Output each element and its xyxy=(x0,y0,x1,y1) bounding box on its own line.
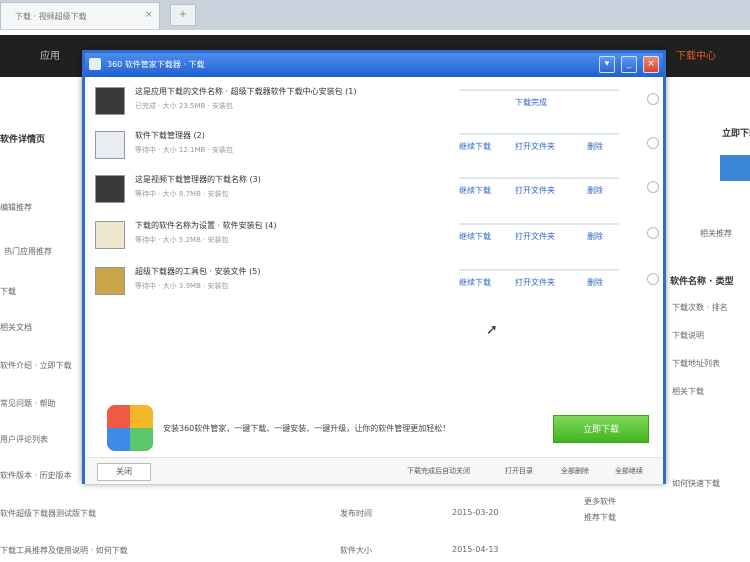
progress-track xyxy=(459,89,619,91)
right-item[interactable]: 如何快速下载 xyxy=(672,478,720,489)
download-manager-dialog: 360 软件管家下载器 · 下载 ▾ _ × 这是应用下载的文件名称 · 超级下… xyxy=(82,50,666,484)
download-item[interactable]: 这是视频下载管理器的下载名称 (3) 等待中 · 大小 8.7MB · 安装包 … xyxy=(91,171,659,215)
app-icon xyxy=(89,58,101,70)
delete-all-link[interactable]: 全部删除 xyxy=(561,466,589,476)
delete-button[interactable]: 删除 xyxy=(587,141,603,152)
file-name: 软件下载管理器 (2) xyxy=(135,131,205,140)
resume-all-link[interactable]: 全部继续 xyxy=(615,466,643,476)
mid-date: 2015-03-20 xyxy=(452,508,499,517)
item-checkbox[interactable] xyxy=(647,93,659,105)
item-checkbox[interactable] xyxy=(647,273,659,285)
file-meta: 等待中 · 大小 3.9MB · 安装包 xyxy=(135,282,229,290)
file-name: 超级下载器的工具包 · 安装文件 (5) xyxy=(135,267,261,276)
left-item[interactable]: 下载工具推荐及使用说明 · 如何下载 xyxy=(0,545,128,556)
download-item[interactable]: 软件下载管理器 (2) 等待中 · 大小 12.1MB · 安装包 继续下载 打… xyxy=(91,127,659,171)
software-manager-logo xyxy=(107,405,153,451)
left-item[interactable]: 用户评论列表 xyxy=(0,434,48,445)
open-folder-button[interactable]: 打开文件夹 xyxy=(515,141,555,152)
download-item[interactable]: 下载的软件名称为设置 · 软件安装包 (4) 等待中 · 大小 5.2MB · … xyxy=(91,217,659,261)
download-item[interactable]: 超级下载器的工具包 · 安装文件 (5) 等待中 · 大小 3.9MB · 安装… xyxy=(91,263,659,307)
right-item[interactable]: 下载次数 · 排名 xyxy=(672,302,728,313)
left-item[interactable]: 下载 xyxy=(0,286,16,297)
file-thumbnail xyxy=(95,267,125,295)
menu-dropdown-icon[interactable]: ▾ xyxy=(599,56,615,73)
dialog-footer: 关闭 下载完成后自动关闭 打开目录 全部删除 全部继续 xyxy=(85,457,663,484)
delete-button[interactable]: 删除 xyxy=(587,185,603,196)
left-item[interactable]: 软件介绍 · 立即下载 xyxy=(0,360,72,371)
file-name: 下载的软件名称为设置 · 软件安装包 (4) xyxy=(135,221,277,230)
item-checkbox[interactable] xyxy=(647,227,659,239)
right-item: 相关推荐 xyxy=(700,229,732,238)
file-meta: 等待中 · 大小 8.7MB · 安装包 xyxy=(135,190,229,198)
right-item[interactable]: 下载说明 xyxy=(672,330,704,341)
file-meta: 已完成 · 大小 23.5MB · 安装包 xyxy=(135,102,234,110)
right-item[interactable]: 相关下载 xyxy=(672,386,704,397)
download-item[interactable]: 这是应用下载的文件名称 · 超级下载器软件下载中心安装包 (1) 已完成 · 大… xyxy=(91,83,659,127)
browser-tab-title: 下载 · 视频超级下载 xyxy=(15,12,87,21)
progress-track xyxy=(459,177,619,179)
promo-text: 安装360软件管家，一键下载、一键安装、一键升级，让你的软件管理更加轻松！ xyxy=(163,424,451,433)
left-item[interactable]: 热门应用推荐 xyxy=(4,246,52,257)
right-item[interactable]: 更多软件 xyxy=(584,496,616,507)
mid-label: 软件大小 xyxy=(340,546,372,555)
nav-link-download-center[interactable]: 下载中心 xyxy=(676,47,716,62)
open-folder-button[interactable]: 打开文件夹 xyxy=(515,277,555,288)
file-thumbnail xyxy=(95,221,125,249)
download-status[interactable]: 下载完成 xyxy=(515,97,547,108)
minimize-icon[interactable]: _ xyxy=(621,56,637,73)
file-meta: 等待中 · 大小 5.2MB · 安装包 xyxy=(135,236,229,244)
right-item[interactable]: 推荐下载 xyxy=(584,512,616,523)
browser-tab-strip: 下载 · 视频超级下载 × + xyxy=(0,0,750,30)
resume-button[interactable]: 继续下载 xyxy=(459,185,491,196)
open-directory-link[interactable]: 打开目录 xyxy=(505,466,533,476)
dialog-title: 360 软件管家下载器 · 下载 xyxy=(107,60,205,69)
resume-button[interactable]: 继续下载 xyxy=(459,231,491,242)
file-name: 这是视频下载管理器的下载名称 (3) xyxy=(135,175,261,184)
right-item: 软件名称 · 类型 xyxy=(670,277,734,287)
new-tab-button[interactable]: + xyxy=(170,4,196,26)
dialog-titlebar[interactable]: 360 软件管家下载器 · 下载 ▾ _ × xyxy=(85,53,663,77)
mid-date: 2015-04-13 xyxy=(452,545,499,554)
right-item: 立即下载 xyxy=(722,129,750,139)
progress-track xyxy=(459,133,619,135)
left-section-header: 软件详情页 xyxy=(0,135,46,145)
close-button[interactable]: 关闭 xyxy=(97,463,151,481)
close-icon[interactable]: × xyxy=(643,56,659,73)
open-folder-button[interactable]: 打开文件夹 xyxy=(515,231,555,242)
close-tab-icon[interactable]: × xyxy=(145,10,153,20)
delete-button[interactable]: 删除 xyxy=(587,277,603,288)
left-item[interactable]: 软件版本 · 历史版本 xyxy=(0,470,72,481)
item-checkbox[interactable] xyxy=(647,181,659,193)
right-item[interactable]: 下载地址列表 xyxy=(672,358,720,369)
right-blue-button[interactable] xyxy=(720,155,750,181)
left-item[interactable]: 软件超级下载器测试版下载 xyxy=(0,508,96,519)
file-name: 这是应用下载的文件名称 · 超级下载器软件下载中心安装包 (1) xyxy=(135,87,357,96)
progress-track xyxy=(459,223,619,225)
file-meta: 等待中 · 大小 12.1MB · 安装包 xyxy=(135,146,234,154)
browser-tab[interactable]: 下载 · 视频超级下载 × xyxy=(0,2,160,29)
open-folder-button[interactable]: 打开文件夹 xyxy=(515,185,555,196)
nav-link-apps[interactable]: 应用 xyxy=(40,47,60,62)
file-thumbnail xyxy=(95,87,125,115)
file-thumbnail xyxy=(95,175,125,203)
progress-track xyxy=(459,269,619,271)
auto-close-toggle[interactable]: 下载完成后自动关闭 xyxy=(407,466,470,476)
file-thumbnail xyxy=(95,131,125,159)
resume-button[interactable]: 继续下载 xyxy=(459,141,491,152)
download-now-button[interactable]: 立即下载 xyxy=(553,415,649,443)
mouse-cursor-icon: ➚ xyxy=(486,322,498,338)
left-item[interactable]: 相关文档 xyxy=(0,322,32,333)
left-item[interactable]: 编辑推荐 xyxy=(0,202,32,213)
mid-label: 发布时间 xyxy=(340,509,372,518)
resume-button[interactable]: 继续下载 xyxy=(459,277,491,288)
left-item[interactable]: 常见问题 · 帮助 xyxy=(0,398,56,409)
item-checkbox[interactable] xyxy=(647,137,659,149)
delete-button[interactable]: 删除 xyxy=(587,231,603,242)
